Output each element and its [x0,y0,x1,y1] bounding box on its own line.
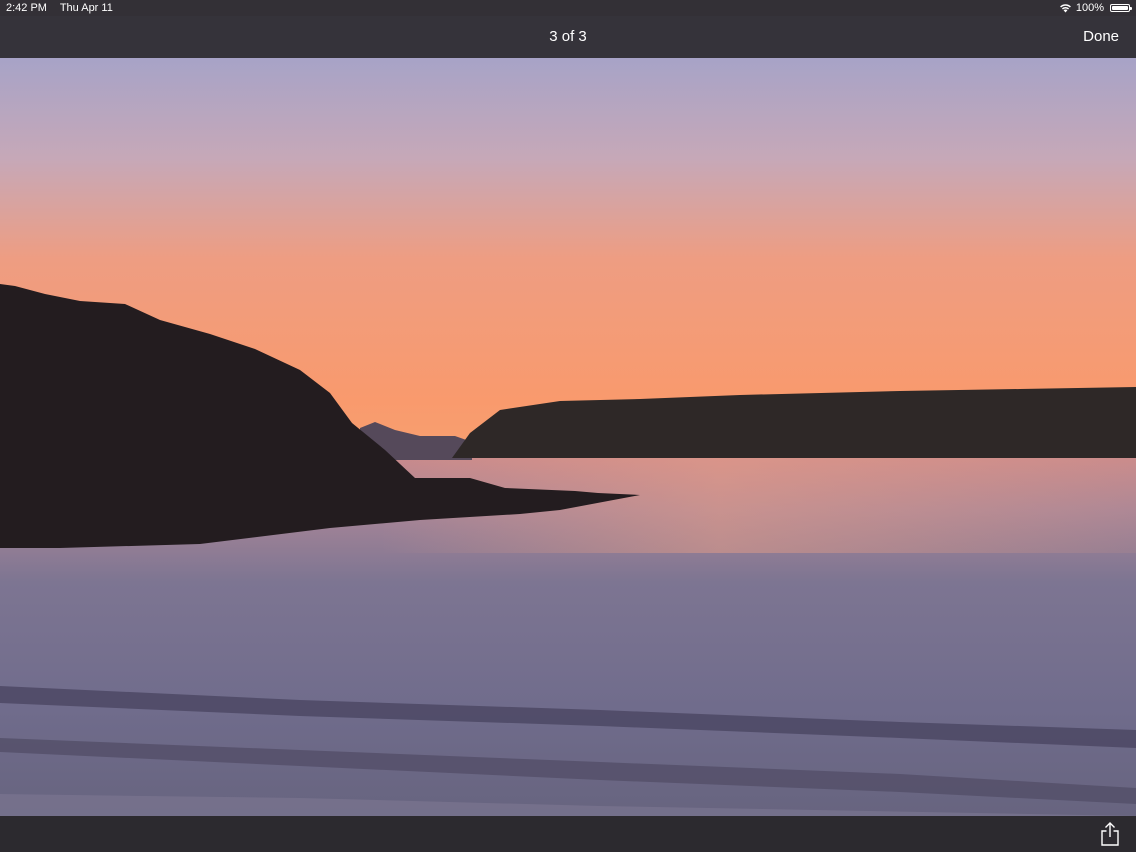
status-date: Thu Apr 11 [59,2,113,14]
sunset-photo [0,58,1136,816]
battery-percent: 100% [1075,2,1104,14]
done-button[interactable]: Done [1083,16,1119,58]
battery-icon [1110,4,1132,12]
wifi-icon [1059,4,1071,13]
bottom-toolbar [0,816,1136,852]
share-icon[interactable] [1100,822,1120,846]
status-time: 2:42 PM [6,2,47,14]
page-counter-title: 3 of 3 [549,28,587,45]
status-right: 100% [1059,0,1132,16]
battery-fill [1112,6,1128,10]
status-bar: 2:42 PM Thu Apr 11 100% [0,0,1136,16]
photo-viewer[interactable] [0,58,1136,816]
nav-bar: 3 of 3 Done [0,16,1136,58]
status-left: 2:42 PM Thu Apr 11 [6,0,123,16]
